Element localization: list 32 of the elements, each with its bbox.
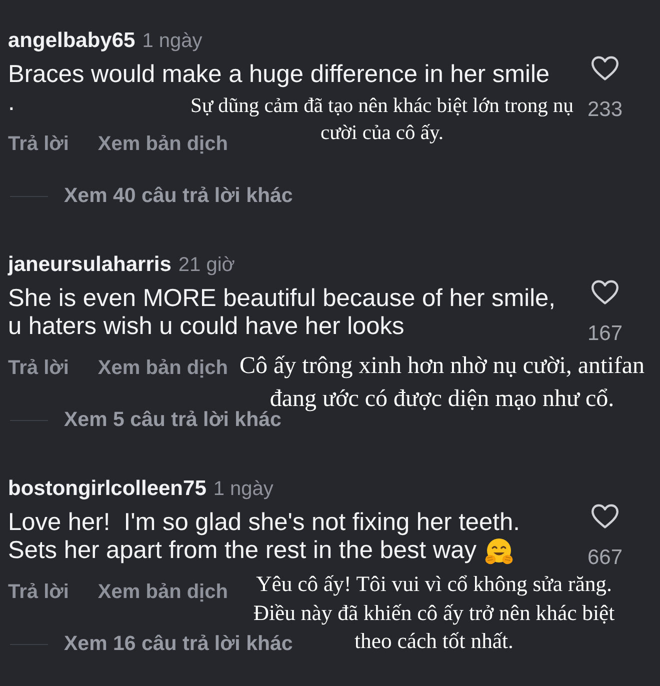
comment-username[interactable]: janeursulaharris <box>8 252 172 278</box>
reply-button[interactable]: Trả lời <box>8 356 69 380</box>
translation-caption: Yêu cô ấy! Tôi vui vì cổ không sửa răng. <box>256 572 612 597</box>
heart-icon[interactable] <box>591 504 619 529</box>
see-translation-button[interactable]: Xem bản dịch <box>98 132 228 156</box>
comment-text: Braces would make a huge difference in her smile <box>8 61 550 89</box>
view-replies-link[interactable]: Xem 40 câu trả lời khác <box>64 184 293 208</box>
reply-button[interactable]: Trả lời <box>8 580 69 604</box>
translation-caption: Cô ấy trông xinh hơn nhờ nụ cười, antifan <box>239 352 645 380</box>
like-count: 167 <box>587 322 623 346</box>
comment-text: Sets her apart from the rest in the best way <box>8 537 476 565</box>
comment-timestamp: 21 giờ <box>178 253 235 278</box>
heart-icon[interactable] <box>591 56 619 81</box>
translation-caption: cười của cô ấy. <box>320 121 444 145</box>
comment-timestamp: 1 ngày <box>142 29 202 54</box>
comment-text: u haters wish u could have her looks <box>8 313 404 341</box>
translation-caption: Sự dũng cảm đã tạo nên khác biệt lớn trong nụ <box>190 94 574 118</box>
translation-caption: Điều này đã khiến cô ấy trở nên khác biệt <box>253 600 615 626</box>
see-translation-button[interactable]: Xem bản dịch <box>98 356 228 380</box>
like-count: 667 <box>587 546 623 570</box>
reply-button[interactable]: Trả lời <box>8 132 69 156</box>
comment-username[interactable]: angelbaby65 <box>8 28 136 54</box>
comment-text: . <box>8 89 15 117</box>
comment-text: She is even MORE beautiful because of her smile, <box>8 285 556 313</box>
comment-username[interactable]: bostongirlcolleen75 <box>8 476 206 502</box>
translation-caption: theo cách tốt nhất. <box>354 629 514 654</box>
like-count: 233 <box>587 98 623 122</box>
heart-icon[interactable] <box>591 280 619 305</box>
see-translation-button[interactable]: Xem bản dịch <box>98 580 228 604</box>
comment-text: Love her! I'm so glad she's not fixing her teeth. <box>8 509 520 537</box>
view-replies-link[interactable]: Xem 16 câu trả lời khác <box>64 632 293 656</box>
comment-timestamp: 1 ngày <box>213 477 274 502</box>
